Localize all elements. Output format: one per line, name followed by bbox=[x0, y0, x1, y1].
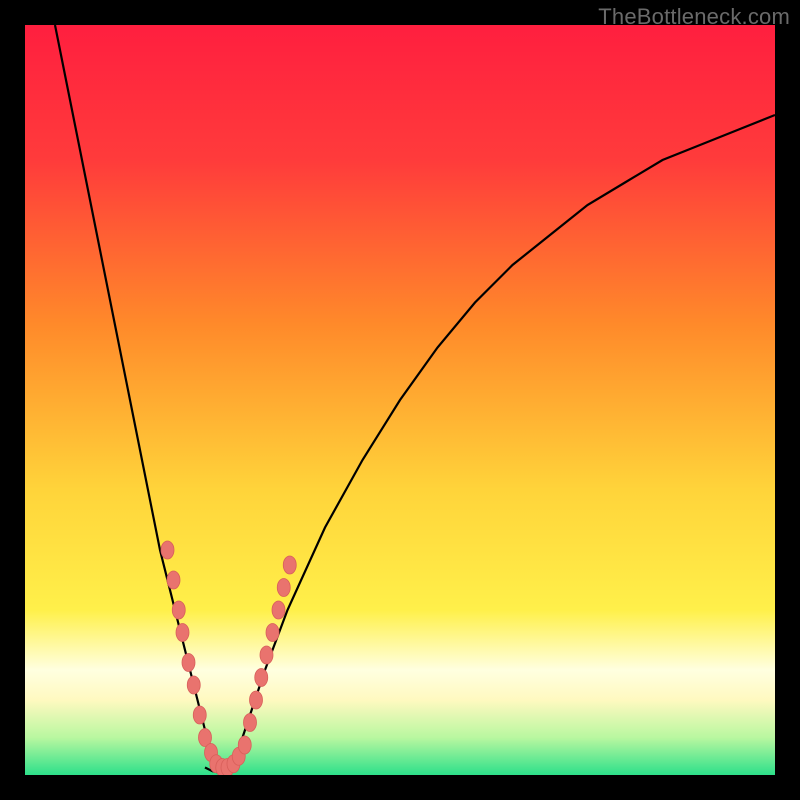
curve-marker bbox=[272, 601, 285, 619]
curve-marker bbox=[283, 556, 296, 574]
plot-area bbox=[25, 25, 775, 775]
curve-marker bbox=[260, 646, 273, 664]
curve-marker bbox=[172, 601, 185, 619]
curve-right-branch bbox=[235, 115, 775, 760]
curve-marker bbox=[167, 571, 180, 589]
curve-marker bbox=[193, 706, 206, 724]
curve-marker bbox=[277, 579, 290, 597]
curve-marker bbox=[187, 676, 200, 694]
curve-marker bbox=[176, 624, 189, 642]
chart-frame: TheBottleneck.com bbox=[0, 0, 800, 800]
curve-marker bbox=[238, 736, 251, 754]
curve-marker bbox=[250, 691, 263, 709]
curve-left-branch bbox=[55, 25, 220, 768]
bottleneck-curve bbox=[25, 25, 775, 775]
curve-marker bbox=[266, 624, 279, 642]
curve-marker bbox=[182, 654, 195, 672]
curve-marker bbox=[161, 541, 174, 559]
curve-marker bbox=[255, 669, 268, 687]
highlighted-marker-group bbox=[161, 541, 296, 775]
curve-marker bbox=[244, 714, 257, 732]
watermark-label: TheBottleneck.com bbox=[598, 4, 790, 30]
